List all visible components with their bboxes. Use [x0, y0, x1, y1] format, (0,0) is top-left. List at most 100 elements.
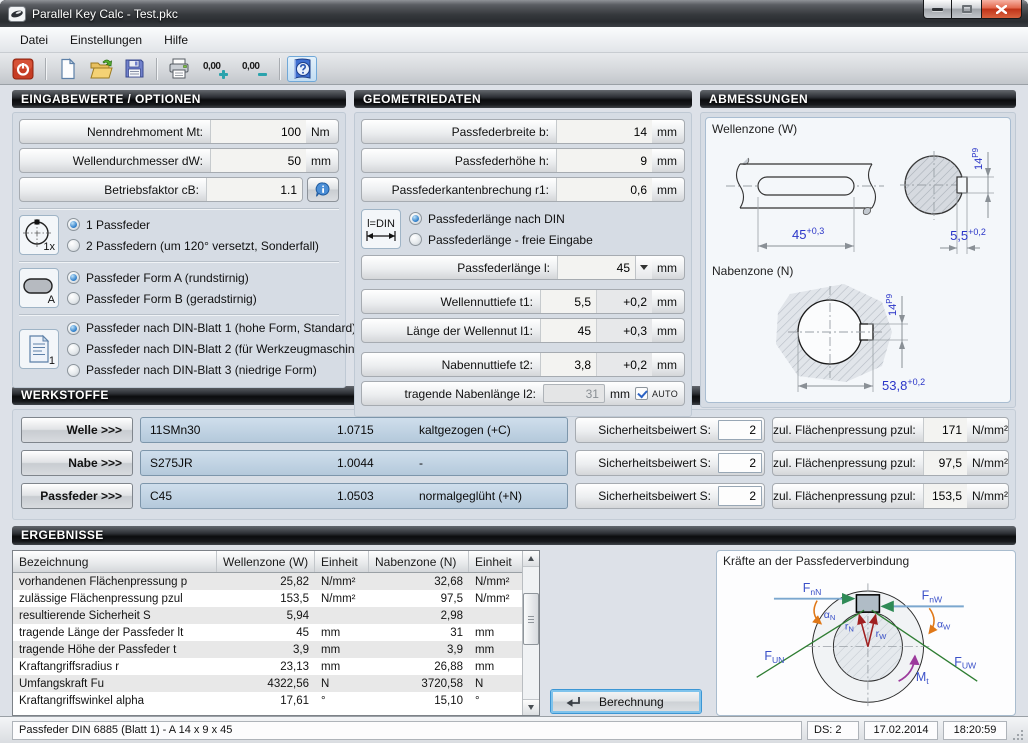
- radio-2-passfedern[interactable]: [67, 239, 80, 252]
- menu-datei[interactable]: Datei: [10, 29, 58, 51]
- material-row-passfeder: Passfeder >>> C45 1.0503 normalgeglüht (…: [21, 483, 1009, 509]
- radio-form-b[interactable]: [67, 292, 80, 305]
- pressure-value: 97,5: [923, 451, 967, 475]
- field-wellennuttiefe: Wellennuttiefe t1: 5,5 +0,2 mm: [361, 289, 685, 314]
- passfederbreite-input[interactable]: 14: [556, 120, 652, 143]
- tolerance-value: +0,3: [596, 319, 652, 342]
- passfederlaenge-input[interactable]: 45: [557, 256, 635, 279]
- field-nabenlaenge: tragende Nabenlänge l2: 31 mm AUTO: [361, 381, 685, 406]
- new-file-button[interactable]: [53, 56, 83, 82]
- col-header[interactable]: Bezeichnung: [13, 551, 217, 572]
- nabennuttiefe-input[interactable]: 3,8: [540, 353, 596, 376]
- chevron-down-icon: [640, 265, 648, 274]
- info-button[interactable]: [307, 177, 339, 202]
- menu-bar: Datei Einstellungen Hilfe: [0, 27, 1028, 53]
- menu-hilfe[interactable]: Hilfe: [154, 29, 198, 51]
- nabenlaenge-input[interactable]: 31: [543, 384, 605, 403]
- toolbar-separator: [279, 58, 280, 80]
- table-scrollbar[interactable]: [522, 551, 539, 715]
- radio-laenge-din[interactable]: [409, 212, 422, 225]
- field-nabennuttiefe: Nabennuttiefe t2: 3,8 +0,2 mm: [361, 352, 685, 377]
- table-row: Kraftangriffsradius r23,13mm26,88mm: [13, 658, 522, 675]
- radio-label: Passfederlänge - freie Eingabe: [428, 233, 593, 247]
- field-label: Passfederkantenbrechung r1:: [362, 183, 556, 197]
- decimals-label: 0,00: [242, 62, 259, 72]
- field-wellendurchmesser: Wellendurchmesser dW: 50 mm: [19, 148, 339, 173]
- exit-button[interactable]: [8, 56, 38, 82]
- berechnung-button[interactable]: Berechnung: [550, 689, 702, 714]
- pressure-value: 153,5: [923, 484, 967, 508]
- radio-din-blatt-1[interactable]: [67, 322, 80, 335]
- svg-text:l=DIN: l=DIN: [367, 218, 395, 230]
- welle-material-field[interactable]: 11SMn30 1.0715 kaltgezogen (+C): [140, 417, 568, 443]
- safety-input[interactable]: 2: [718, 453, 762, 473]
- panel-geometriedaten: GEOMETRIEDATEN Passfederbreite b: 14 mm …: [354, 90, 692, 380]
- col-header[interactable]: Einheit: [315, 551, 369, 572]
- safety-input[interactable]: 2: [718, 420, 762, 440]
- help-button[interactable]: [287, 56, 317, 82]
- radio-form-a[interactable]: [67, 271, 80, 284]
- passfederhoehe-input[interactable]: 9: [556, 149, 652, 172]
- field-label: Nenndrehmoment Mt:: [20, 125, 210, 139]
- scroll-up-button[interactable]: [523, 551, 539, 567]
- welle-button[interactable]: Welle >>>: [21, 417, 133, 443]
- kantenbrechung-input[interactable]: 0,6: [556, 178, 652, 201]
- field-laenge-wellennut: Länge der Wellennut l1: 45 +0,3 mm: [361, 318, 685, 343]
- pressure-value: 171: [923, 418, 967, 442]
- material-name: 11SMn30: [141, 423, 337, 437]
- arrow-down-icon: [528, 705, 534, 713]
- close-button[interactable]: [981, 0, 1022, 19]
- material-treatment: kaltgezogen (+C): [419, 423, 567, 437]
- scrollbar-track[interactable]: [523, 567, 539, 699]
- toolbar: 0,00 0,00: [0, 53, 1028, 85]
- nabe-button[interactable]: Nabe >>>: [21, 450, 133, 476]
- scrollbar-thumb[interactable]: [523, 593, 539, 645]
- betriebsfaktor-input[interactable]: 1.1: [206, 178, 302, 201]
- col-header[interactable]: Nabenzone (N): [369, 551, 469, 572]
- field-unit: N/mm²: [967, 489, 1008, 503]
- nenndrehmoment-input[interactable]: 100: [210, 120, 306, 143]
- wellennuttiefe-input[interactable]: 5,5: [540, 290, 596, 313]
- maximize-button[interactable]: [952, 0, 981, 19]
- key-form-a-icon: A: [19, 268, 59, 308]
- wellendurchmesser-input[interactable]: 50: [210, 149, 306, 172]
- radio-din-blatt-2[interactable]: [67, 343, 80, 356]
- passfederlaenge-dropdown[interactable]: [635, 256, 652, 279]
- passfeder-material-field[interactable]: C45 1.0503 normalgeglüht (+N): [140, 483, 568, 509]
- safety-input[interactable]: 2: [718, 486, 762, 506]
- radio-label: Passfeder Form B (geradstirnig): [86, 292, 257, 306]
- force-label: FUN: [764, 649, 784, 665]
- passfeder-button[interactable]: Passfeder >>>: [21, 483, 133, 509]
- material-name: C45: [141, 489, 337, 503]
- resize-grip[interactable]: [1012, 729, 1024, 741]
- scroll-down-button[interactable]: [523, 699, 539, 715]
- minimize-button[interactable]: [923, 0, 952, 19]
- col-header[interactable]: Wellenzone (W): [217, 551, 315, 572]
- content-area: EINGABEWERTE / OPTIONEN Nenndrehmoment M…: [0, 85, 1028, 716]
- angle-label: αW: [937, 618, 951, 631]
- title-bar[interactable]: Parallel Key Calc - Test.pkc: [0, 0, 1028, 27]
- decimals-decrease-button[interactable]: 0,00: [236, 56, 272, 82]
- minimize-icon: [932, 8, 943, 11]
- field-nenndrehmoment: Nenndrehmoment Mt: 100 Nm: [19, 119, 339, 144]
- open-file-button[interactable]: [86, 56, 116, 82]
- material-number: 1.0044: [337, 456, 419, 470]
- menu-einstellungen[interactable]: Einstellungen: [60, 29, 152, 51]
- divider: [19, 261, 339, 262]
- forces-title: Kräfte an der Passfederverbindung: [723, 554, 1009, 568]
- field-passfederbreite: Passfederbreite b: 14 mm: [361, 119, 685, 144]
- radio-din-blatt-3[interactable]: [67, 364, 80, 377]
- laenge-wellennut-input[interactable]: 45: [540, 319, 596, 342]
- radio-laenge-frei[interactable]: [409, 233, 422, 246]
- safety-field: Sicherheitsbeiwert S: 2: [575, 450, 765, 476]
- decimals-increase-button[interactable]: 0,00: [197, 56, 233, 82]
- print-button[interactable]: [164, 56, 194, 82]
- radio-1-passfeder[interactable]: [67, 218, 80, 231]
- save-button[interactable]: [119, 56, 149, 82]
- auto-checkbox[interactable]: [635, 387, 648, 400]
- col-header[interactable]: Einheit: [469, 551, 522, 572]
- nabe-material-field[interactable]: S275JR 1.0044 -: [140, 450, 568, 476]
- field-label: zul. Flächenpressung pzul:: [773, 489, 923, 503]
- auto-label: AUTO: [652, 389, 678, 399]
- table-row: zulässige Flächenpressung pzul153,5N/mm²…: [13, 590, 522, 607]
